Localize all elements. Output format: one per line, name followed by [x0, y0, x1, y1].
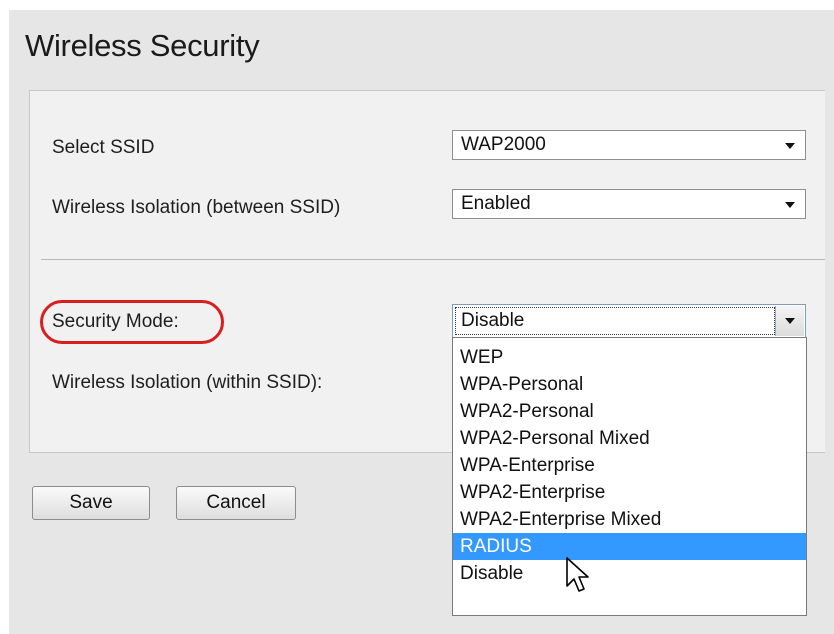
mouse-pointer-icon — [566, 557, 589, 592]
cancel-button[interactable]: Cancel — [176, 486, 296, 520]
option-wpa-personal[interactable]: WPA-Personal — [453, 371, 806, 398]
select-ssid-dropdown[interactable]: WAP2000 — [452, 130, 806, 160]
option-wpa2-personal[interactable]: WPA2-Personal — [453, 398, 806, 425]
section-divider — [41, 259, 825, 260]
security-mode-value: Disable — [461, 310, 525, 331]
option-radius[interactable]: RADIUS — [453, 533, 806, 560]
option-wpa2-enterprise[interactable]: WPA2-Enterprise — [453, 479, 806, 506]
select-ssid-value: WAP2000 — [461, 134, 546, 155]
option-wep[interactable]: WEP — [453, 344, 806, 371]
isolation-between-dropdown[interactable]: Enabled — [452, 189, 806, 219]
isolation-between-value: Enabled — [461, 193, 531, 214]
option-wpa2-personal-mixed[interactable]: WPA2-Personal Mixed — [453, 425, 806, 452]
page-title: Wireless Security — [25, 28, 260, 63]
option-disable[interactable]: Disable — [453, 560, 806, 587]
chevron-down-icon — [785, 143, 795, 149]
isolation-within-label: Wireless Isolation (within SSID): — [52, 372, 323, 393]
save-button[interactable]: Save — [32, 486, 150, 520]
security-mode-options-list: WEP WPA-Personal WPA2-Personal WPA2-Pers… — [452, 337, 807, 616]
security-mode-dropdown[interactable]: Disable — [452, 304, 806, 338]
option-wpa-enterprise[interactable]: WPA-Enterprise — [453, 452, 806, 479]
security-mode-label: Security Mode: — [52, 311, 179, 332]
chevron-down-icon — [785, 202, 795, 208]
dropdown-toggle-button[interactable] — [775, 306, 804, 336]
chevron-down-icon — [785, 318, 795, 324]
isolation-between-label: Wireless Isolation (between SSID) — [52, 197, 341, 218]
option-wpa2-enterprise-mixed[interactable]: WPA2-Enterprise Mixed — [453, 506, 806, 533]
select-ssid-label: Select SSID — [52, 137, 155, 158]
